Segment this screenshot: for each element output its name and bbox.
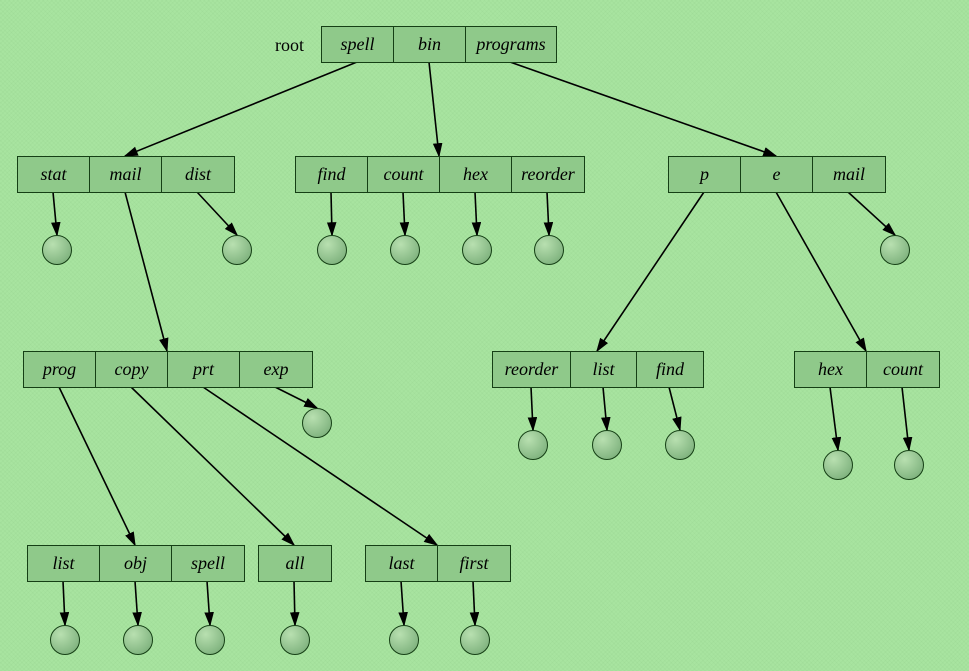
cell-bin-1: count — [368, 157, 440, 192]
cell-bin-2: hex — [440, 157, 512, 192]
cell-spell-2: dist — [162, 157, 234, 192]
leaf-L_findP — [665, 430, 695, 460]
edge-programs-L_mailP — [848, 192, 895, 235]
leaf-L_spell — [195, 625, 225, 655]
leaf-L_all — [280, 625, 310, 655]
cell-prog-1: obj — [100, 546, 172, 581]
edge-spell-L_stat — [53, 192, 57, 235]
edge-spell-mail — [125, 192, 167, 351]
edge-p-L_listP — [603, 387, 607, 430]
node-mail: progcopyprtexp — [23, 351, 313, 388]
edge-mail-copy — [131, 387, 294, 545]
cell-programs-1: e — [741, 157, 813, 192]
edge-copy-L_all — [294, 581, 295, 625]
cell-p-1: list — [571, 352, 637, 387]
edge-prog-L_obj — [135, 581, 138, 625]
leaf-L_hexB — [462, 235, 492, 265]
cell-root-1: bin — [394, 27, 466, 62]
leaf-L_reorderB — [534, 235, 564, 265]
edge-prog-L_list — [63, 581, 65, 625]
edge-mail-prog — [59, 387, 135, 545]
cell-mail-0: prog — [24, 352, 96, 387]
cell-spell-1: mail — [90, 157, 162, 192]
node-e: hexcount — [794, 351, 940, 388]
edge-p-L_reorderP — [531, 387, 533, 430]
edge-root-bin — [429, 62, 439, 156]
edge-p-L_findP — [669, 387, 680, 430]
edge-bin-L_hexB — [475, 192, 477, 235]
cell-programs-0: p — [669, 157, 741, 192]
cell-mail-1: copy — [96, 352, 168, 387]
node-bin: findcounthexreorder — [295, 156, 585, 193]
edge-prt-L_first — [473, 581, 475, 625]
edge-e-L_hexE — [830, 387, 838, 450]
cell-prt-1: first — [438, 546, 510, 581]
root-label: root — [275, 35, 304, 56]
edge-spell-L_dist — [197, 192, 237, 235]
leaf-L_list — [50, 625, 80, 655]
node-prt: lastfirst — [365, 545, 511, 582]
edge-prt-L_last — [401, 581, 404, 625]
leaf-L_last — [389, 625, 419, 655]
node-prog: listobjspell — [27, 545, 245, 582]
leaf-L_obj — [123, 625, 153, 655]
leaf-L_listP — [592, 430, 622, 460]
edge-programs-p — [597, 192, 704, 351]
cell-p-2: find — [637, 352, 703, 387]
edge-bin-L_count — [403, 192, 405, 235]
edge-root-programs — [510, 62, 776, 156]
leaf-L_dist — [222, 235, 252, 265]
leaf-L_exp — [302, 408, 332, 438]
leaf-L_find — [317, 235, 347, 265]
cell-prog-2: spell — [172, 546, 244, 581]
cell-e-1: count — [867, 352, 939, 387]
edge-bin-L_find — [331, 192, 332, 235]
edge-bin-L_reorderB — [547, 192, 549, 235]
cell-spell-0: stat — [18, 157, 90, 192]
edge-root-spell — [125, 62, 357, 156]
cell-mail-3: exp — [240, 352, 312, 387]
leaf-L_count — [390, 235, 420, 265]
leaf-L_mailP — [880, 235, 910, 265]
node-root: spellbinprograms — [321, 26, 557, 63]
node-programs: pemail — [668, 156, 886, 193]
cell-prt-0: last — [366, 546, 438, 581]
cell-bin-0: find — [296, 157, 368, 192]
leaf-L_countE — [894, 450, 924, 480]
leaf-L_stat — [42, 235, 72, 265]
edge-mail-L_exp — [275, 387, 317, 408]
edge-programs-e — [776, 192, 866, 351]
leaf-L_first — [460, 625, 490, 655]
cell-root-0: spell — [322, 27, 394, 62]
leaf-L_reorderP — [518, 430, 548, 460]
edge-prog-L_spell — [207, 581, 210, 625]
cell-prog-0: list — [28, 546, 100, 581]
node-spell: statmaildist — [17, 156, 235, 193]
node-copy: all — [258, 545, 332, 582]
node-p: reorderlistfind — [492, 351, 704, 388]
cell-root-2: programs — [466, 27, 556, 62]
cell-mail-2: prt — [168, 352, 240, 387]
cell-bin-3: reorder — [512, 157, 584, 192]
cell-programs-2: mail — [813, 157, 885, 192]
cell-copy-0: all — [259, 546, 331, 581]
cell-e-0: hex — [795, 352, 867, 387]
leaf-L_hexE — [823, 450, 853, 480]
cell-p-0: reorder — [493, 352, 571, 387]
edge-e-L_countE — [902, 387, 909, 450]
